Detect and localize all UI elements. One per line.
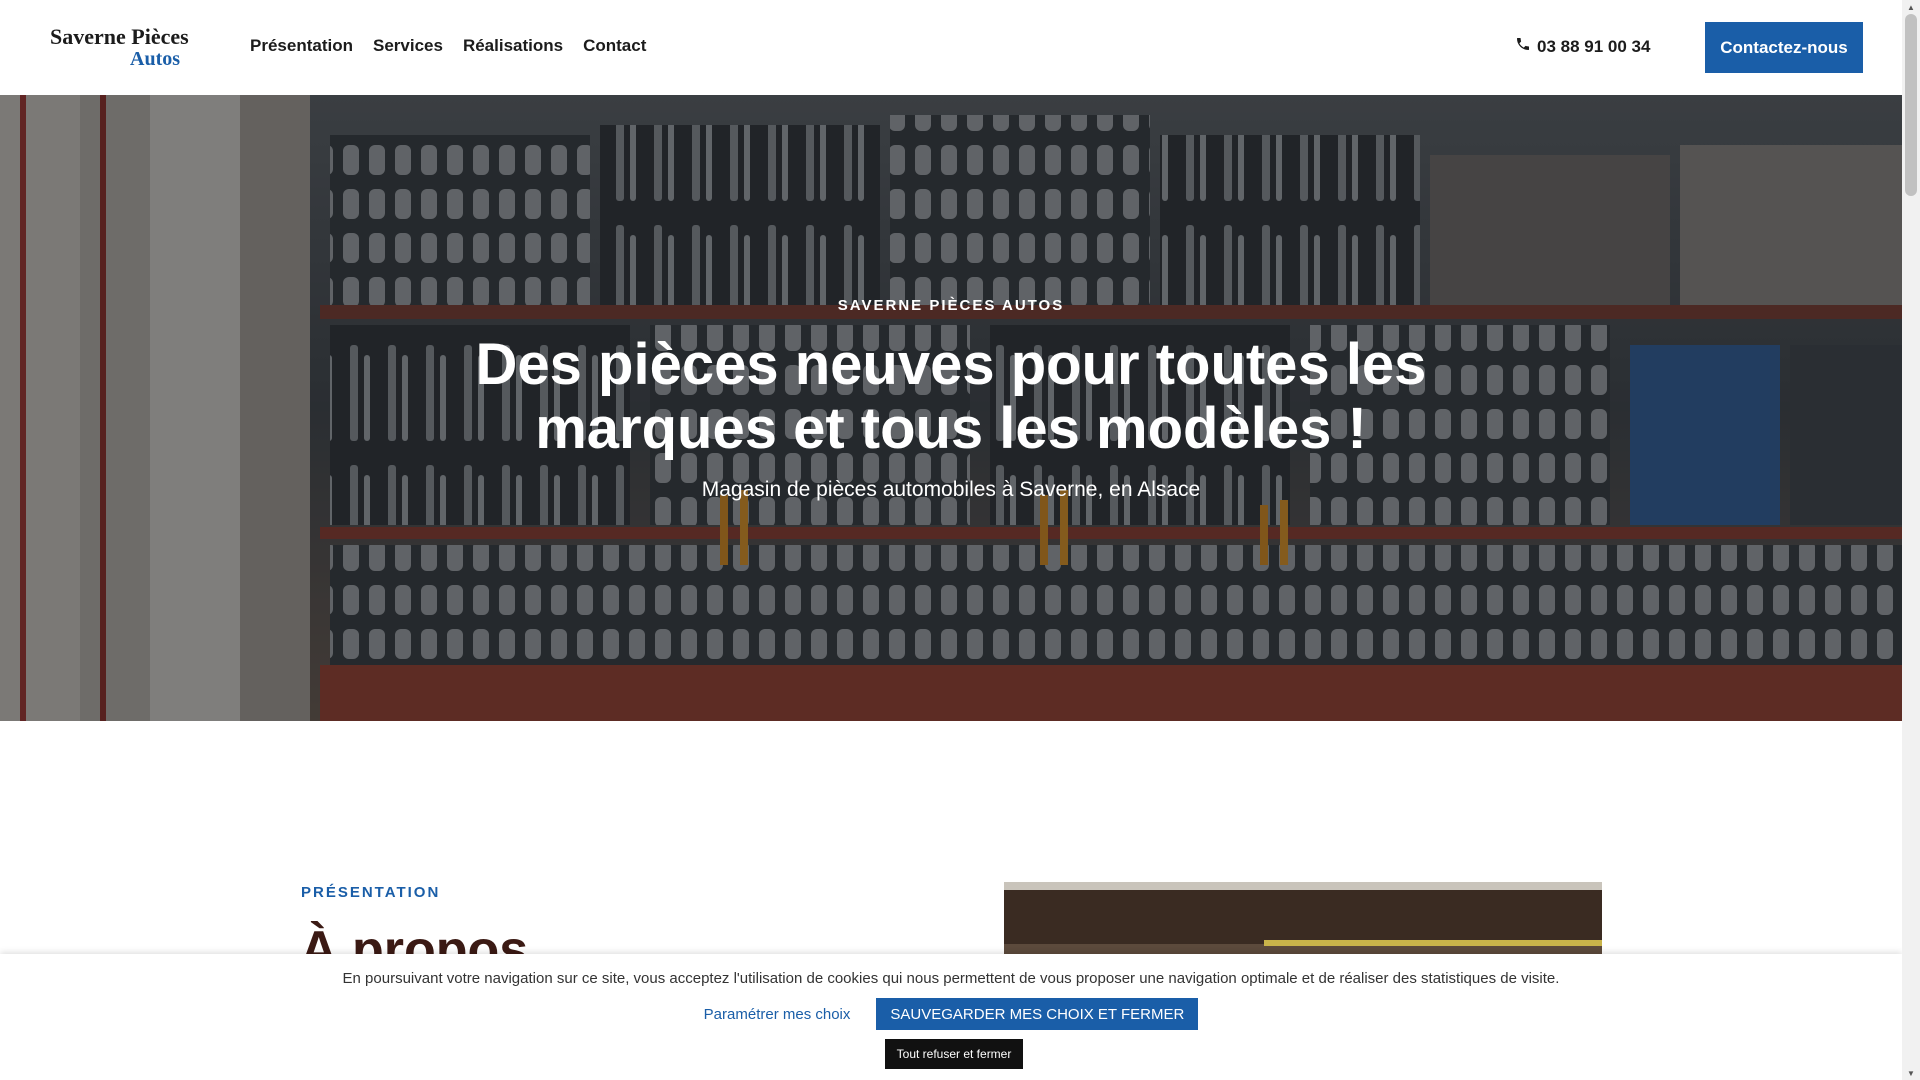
cookie-settings-link[interactable]: Paramétrer mes choix: [704, 1006, 851, 1023]
logo-line1: Saverne Pièces: [50, 24, 189, 49]
scroll-down-icon[interactable]: ▼: [1902, 1066, 1920, 1080]
scrollbar-thumb[interactable]: [1905, 14, 1917, 196]
cookie-message: En poursuivant votre navigation sur ce s…: [342, 970, 1560, 987]
site-logo[interactable]: Saverne Pièces Autos: [50, 24, 189, 71]
logo-line2: Autos: [130, 48, 181, 70]
phone-link[interactable]: 03 88 91 00 34: [1515, 36, 1650, 57]
phone-icon: [1515, 36, 1531, 57]
hero-subtitle: Magasin de pièces automobiles à Saverne,…: [701, 478, 1201, 501]
nav-item-realisations[interactable]: Réalisations: [463, 36, 563, 56]
phone-number: 03 88 91 00 34: [1537, 36, 1651, 56]
nav-item-contact[interactable]: Contact: [583, 36, 646, 56]
cookie-banner: En poursuivant votre navigation sur ce s…: [0, 954, 1902, 1080]
page-scrollbar[interactable]: ▲ ▼: [1902, 0, 1920, 1080]
scroll-up-icon[interactable]: ▲: [1902, 0, 1920, 14]
cookie-save-button[interactable]: SAUVEGARDER MES CHOIX ET FERMER: [876, 998, 1199, 1030]
nav-item-presentation[interactable]: Présentation: [250, 36, 353, 56]
main-nav: Présentation Services Réalisations Conta…: [250, 36, 646, 56]
contact-button[interactable]: Contactez-nous: [1705, 22, 1863, 73]
hero-title: Des pièces neuves pour toutes les marque…: [475, 332, 1427, 461]
cookie-actions: Paramétrer mes choix SAUVEGARDER MES CHO…: [0, 998, 1902, 1030]
nav-item-services[interactable]: Services: [373, 36, 443, 56]
site-header: Saverne Pièces Autos Présentation Servic…: [0, 0, 1902, 95]
presentation-eyebrow: PRÉSENTATION: [301, 884, 441, 901]
cookie-refuse-button[interactable]: Tout refuser et fermer: [885, 1039, 1023, 1069]
presentation-image: [1004, 882, 1602, 962]
hero-eyebrow: SAVERNE PIÈCES AUTOS: [837, 297, 1065, 314]
hero-section: SAVERNE PIÈCES AUTOS Des pièces neuves p…: [0, 95, 1902, 721]
